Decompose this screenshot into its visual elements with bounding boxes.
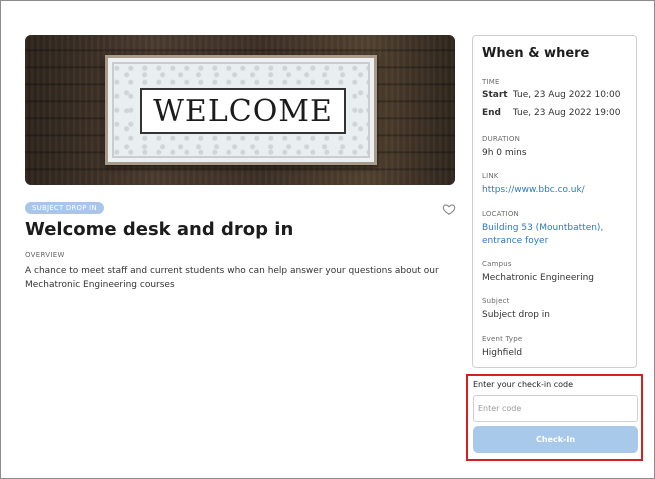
- end-key: End: [482, 108, 501, 118]
- when-where-card: When & where TIME Start Tue, 23 Aug 2022…: [472, 35, 637, 368]
- event-tag-badge: SUBJECT DROP IN: [25, 202, 104, 214]
- campus-value: Mechatronic Engineering: [482, 273, 595, 283]
- end-time-row: End Tue, 23 Aug 2022 19:00: [482, 108, 620, 118]
- duration-value: 9h 0 mins: [482, 148, 527, 158]
- heart-outline-icon[interactable]: [442, 201, 456, 215]
- end-value: Tue, 23 Aug 2022 19:00: [512, 108, 621, 118]
- event-type-label: Event Type: [482, 335, 523, 343]
- when-where-title: When & where: [482, 46, 590, 61]
- location-label: LOCATION: [482, 210, 519, 218]
- welcome-sign-text: WELCOME: [153, 93, 333, 129]
- location-link[interactable]: Building 53 (Mountbatten), entrance foye…: [482, 222, 632, 248]
- event-link[interactable]: https://www.bbc.co.uk/: [482, 184, 585, 197]
- checkin-button[interactable]: Check-In: [473, 426, 638, 453]
- duration-label: DURATION: [482, 135, 521, 143]
- event-title: Welcome desk and drop in: [25, 219, 294, 240]
- welcome-sign-graphic: WELCOME: [105, 55, 377, 165]
- page-frame: WELCOME SUBJECT DROP IN Welcome desk and…: [0, 0, 655, 479]
- time-label: TIME: [482, 78, 500, 86]
- checkin-label: Enter your check-in code: [473, 380, 573, 389]
- start-key: Start: [482, 90, 508, 100]
- overview-label: OVERVIEW: [25, 251, 65, 259]
- overview-text: A chance to meet staff and current stude…: [25, 266, 439, 290]
- campus-label: Campus: [482, 260, 512, 268]
- subject-value: Subject drop in: [482, 310, 551, 320]
- checkin-code-input[interactable]: [473, 395, 638, 422]
- link-label: LINK: [482, 172, 499, 180]
- subject-label: Subject: [482, 297, 510, 305]
- event-type-value: Highfield: [482, 348, 523, 358]
- event-hero-image: WELCOME: [25, 35, 455, 185]
- checkin-panel: Enter your check-in code Check-In: [466, 374, 643, 461]
- start-time-row: Start Tue, 23 Aug 2022 10:00: [482, 90, 620, 100]
- start-value: Tue, 23 Aug 2022 10:00: [512, 90, 621, 100]
